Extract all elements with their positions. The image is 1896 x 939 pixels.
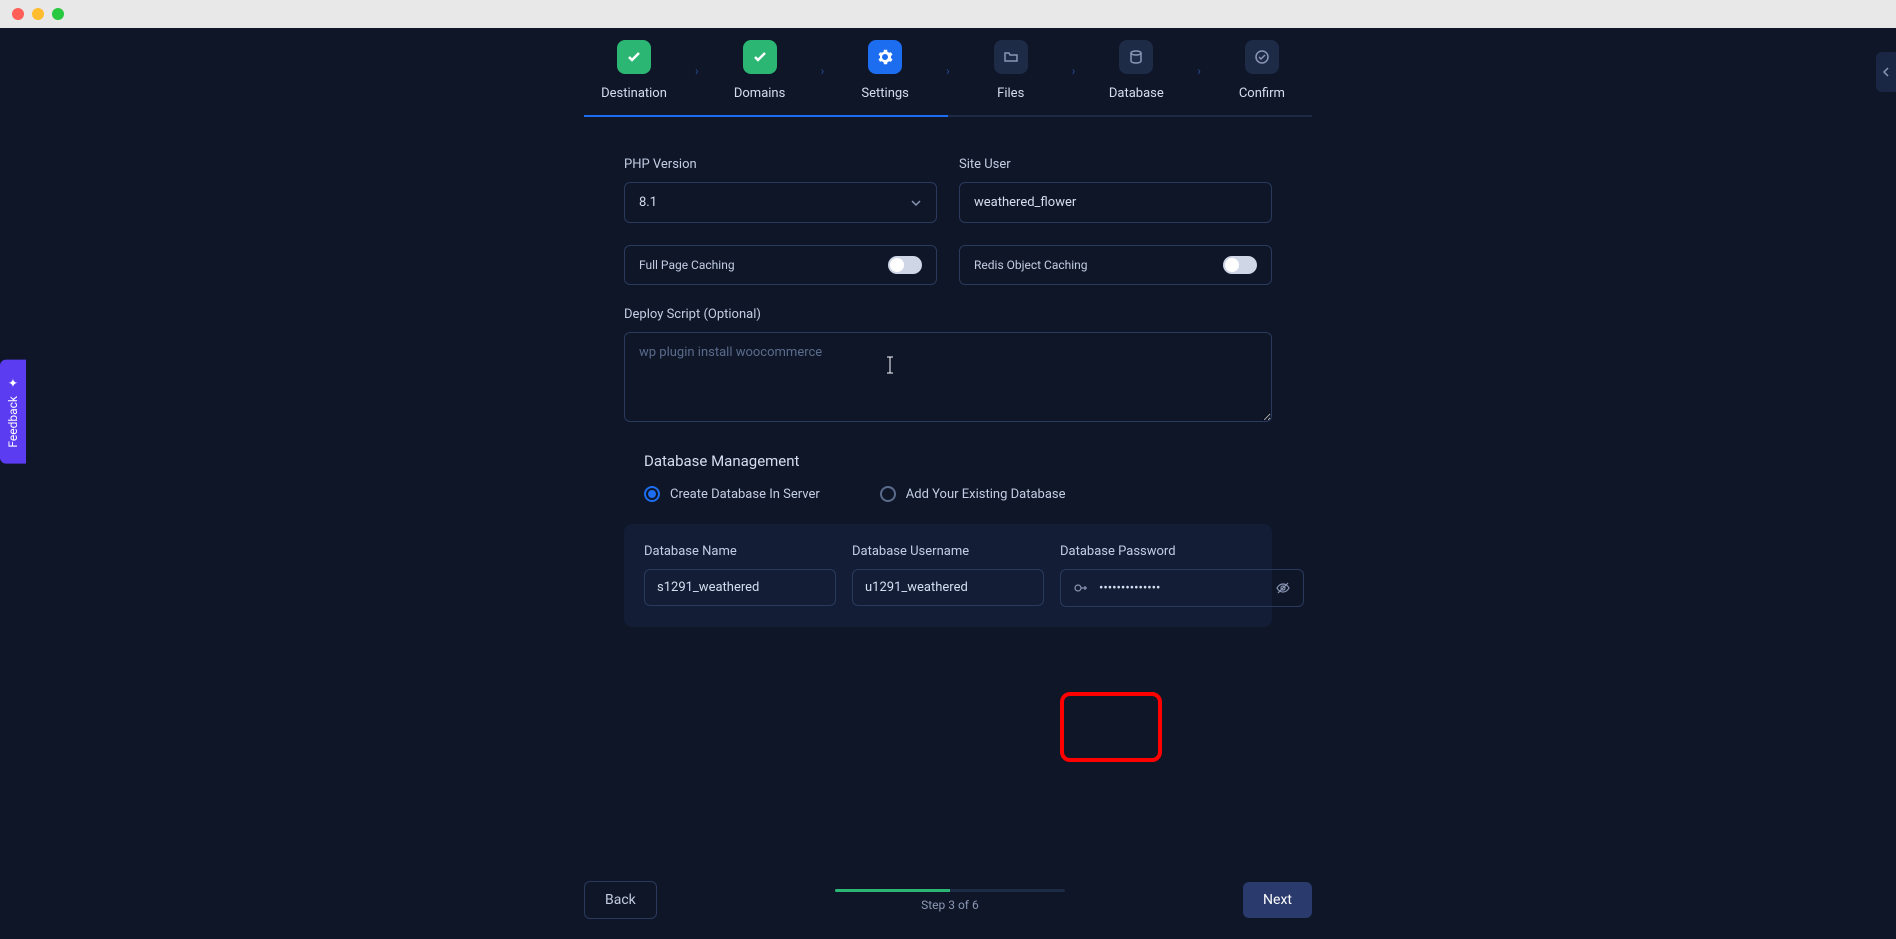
step-files[interactable]: Files xyxy=(971,40,1051,101)
full-page-caching-label: Full Page Caching xyxy=(639,258,735,272)
wizard-stepper: Destination › Domains › Settings › Files… xyxy=(584,40,1312,101)
deploy-script-textarea[interactable] xyxy=(624,332,1272,422)
step-counter: Step 3 of 6 xyxy=(921,898,979,912)
radio-existing-label: Add Your Existing Database xyxy=(906,487,1066,502)
radio-checked-icon xyxy=(644,486,660,502)
chevron-right-icon: › xyxy=(946,64,950,78)
db-user-input[interactable] xyxy=(852,569,1044,606)
gear-icon xyxy=(868,40,902,74)
stepper-divider xyxy=(584,115,1312,117)
maximize-window-dot[interactable] xyxy=(52,8,64,20)
redis-caching-toggle[interactable] xyxy=(1223,256,1257,274)
db-name-label: Database Name xyxy=(644,544,836,559)
redis-caching-row: Redis Object Caching xyxy=(959,245,1272,285)
step-destination[interactable]: Destination xyxy=(594,40,674,101)
chevron-right-icon: › xyxy=(695,64,699,78)
full-page-caching-row: Full Page Caching xyxy=(624,245,937,285)
db-pass-input[interactable] xyxy=(1099,581,1265,596)
step-domains[interactable]: Domains xyxy=(720,40,800,101)
sparkle-icon: ✦ xyxy=(6,376,20,390)
radio-unchecked-icon xyxy=(880,486,896,502)
database-fields-box: Database Name Database Username Database… xyxy=(624,524,1272,627)
step-label: Settings xyxy=(861,86,908,101)
php-version-label: PHP Version xyxy=(624,157,937,172)
feedback-tab[interactable]: Feedback ✦ xyxy=(0,360,26,464)
site-user-label: Site User xyxy=(959,157,1272,172)
chevron-right-icon: › xyxy=(1072,64,1076,78)
progress-indicator: Step 3 of 6 xyxy=(835,889,1065,912)
window-titlebar xyxy=(0,0,1896,28)
side-panel-handle[interactable] xyxy=(1876,52,1896,92)
step-label: Confirm xyxy=(1239,86,1285,101)
back-button[interactable]: Back xyxy=(584,881,657,919)
feedback-label: Feedback xyxy=(6,396,20,448)
redis-caching-label: Redis Object Caching xyxy=(974,258,1088,272)
chevron-right-icon: › xyxy=(821,64,825,78)
step-label: Files xyxy=(997,86,1024,101)
db-pass-label: Database Password xyxy=(1060,544,1304,559)
tutorial-highlight xyxy=(1060,692,1162,762)
step-label: Domains xyxy=(734,86,785,101)
check-icon xyxy=(743,40,777,74)
php-version-select[interactable]: 8.1 xyxy=(624,182,937,223)
check-icon xyxy=(617,40,651,74)
radio-create-label: Create Database In Server xyxy=(670,487,820,502)
folder-icon xyxy=(994,40,1028,74)
database-icon xyxy=(1119,40,1153,74)
database-management-title: Database Management xyxy=(624,452,1272,470)
next-button[interactable]: Next xyxy=(1243,882,1312,918)
step-confirm[interactable]: Confirm xyxy=(1222,40,1302,101)
db-user-label: Database Username xyxy=(852,544,1044,559)
db-name-input[interactable] xyxy=(644,569,836,606)
step-label: Destination xyxy=(601,86,667,101)
minimize-window-dot[interactable] xyxy=(32,8,44,20)
deploy-script-label: Deploy Script (Optional) xyxy=(624,307,1272,322)
close-window-dot[interactable] xyxy=(12,8,24,20)
step-label: Database xyxy=(1109,86,1164,101)
wizard-footer: Back Step 3 of 6 Next xyxy=(584,881,1312,919)
full-page-caching-toggle[interactable] xyxy=(888,256,922,274)
php-version-value: 8.1 xyxy=(639,195,657,210)
radio-create-database[interactable]: Create Database In Server xyxy=(644,486,820,502)
chevron-down-icon xyxy=(910,197,922,209)
eye-off-icon[interactable] xyxy=(1275,580,1291,596)
chevron-right-icon: › xyxy=(1197,64,1201,78)
key-icon xyxy=(1073,580,1089,596)
site-user-input[interactable] xyxy=(959,182,1272,223)
step-database[interactable]: Database xyxy=(1096,40,1176,101)
confirm-icon xyxy=(1245,40,1279,74)
radio-existing-database[interactable]: Add Your Existing Database xyxy=(880,486,1066,502)
step-settings[interactable]: Settings xyxy=(845,40,925,101)
